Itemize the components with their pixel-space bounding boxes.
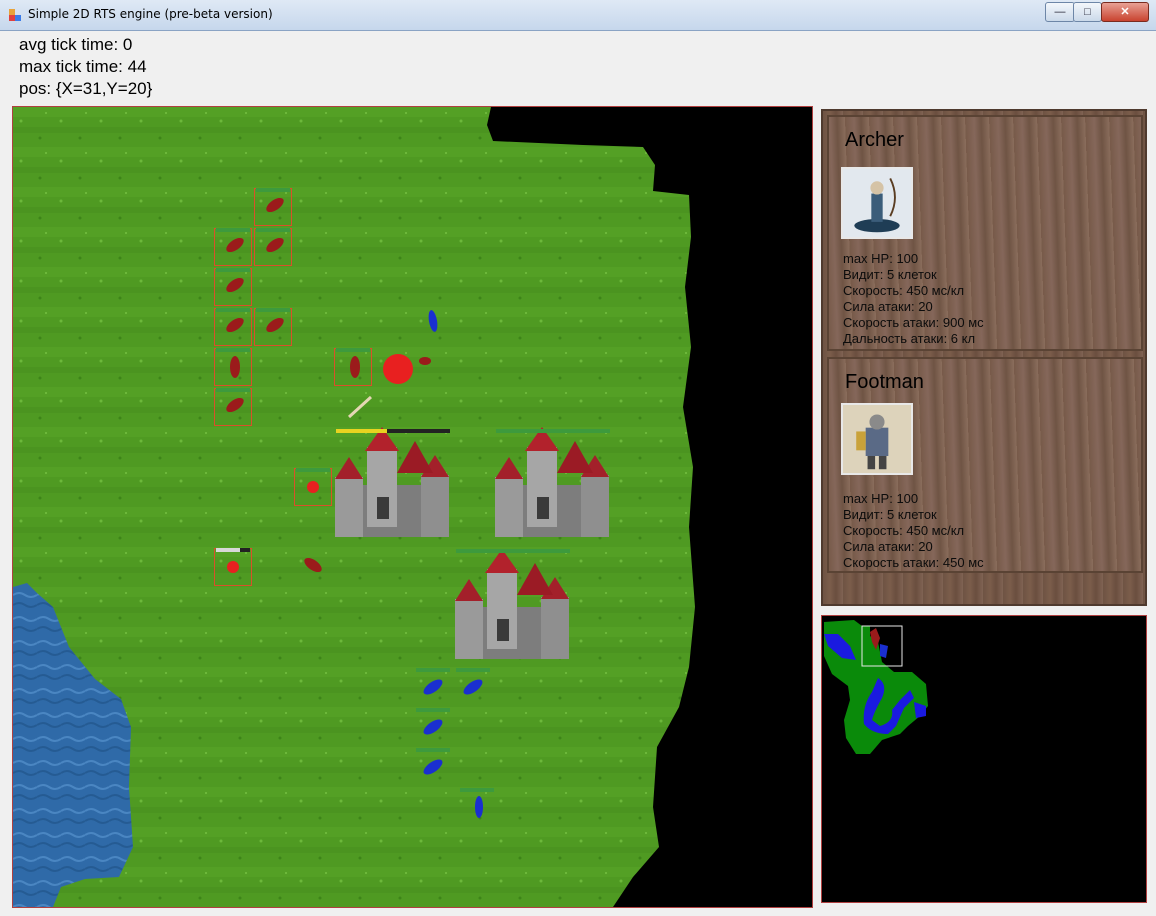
health-bar — [460, 788, 494, 792]
health-bar — [216, 348, 250, 352]
unit-stats: max HP: 100 Видит: 5 клеток Скорость: 45… — [843, 491, 984, 571]
health-bar — [456, 668, 490, 672]
stat-line: Скорость атаки: 450 мс — [843, 555, 984, 570]
unit-name: Archer — [845, 129, 904, 151]
debug-stats: avg tick time: 0 max tick time: 44 pos: … — [19, 34, 152, 100]
unit-card-archer[interactable]: Archer max HP: 100 Видит: 5 клеток Скоро… — [827, 115, 1143, 351]
unit-selection[interactable] — [254, 308, 292, 346]
stat-line: Сила атаки: 20 — [843, 299, 933, 314]
minimap-terrain — [822, 616, 1146, 902]
castle-health-bar — [496, 429, 610, 433]
close-button[interactable]: ✕ — [1101, 2, 1149, 22]
stat-line: Скорость: 450 мс/кл — [843, 523, 965, 538]
unit-selection[interactable] — [214, 548, 252, 586]
health-bar — [416, 708, 450, 712]
unit-stats: max HP: 100 Видит: 5 клеток Скорость: 45… — [843, 251, 984, 347]
health-bar — [256, 188, 290, 192]
health-bar — [216, 268, 250, 272]
unit-selection[interactable] — [334, 348, 372, 386]
minimize-button[interactable]: — — [1045, 2, 1075, 22]
minimap[interactable] — [821, 615, 1147, 903]
app-icon — [9, 9, 21, 21]
health-bar — [416, 748, 450, 752]
unit-selection[interactable] — [294, 468, 332, 506]
cursor-position: pos: {X=31,Y=20} — [19, 79, 153, 98]
unit-card-footman[interactable]: Footman max HP: 100 Видит: 5 клеток Скор… — [827, 357, 1143, 573]
health-bar — [296, 468, 330, 472]
maximize-button[interactable]: □ — [1073, 2, 1102, 22]
unit-selection[interactable] — [214, 388, 252, 426]
health-bar — [216, 388, 250, 392]
archer-portrait-icon — [841, 167, 913, 239]
avg-tick-time: avg tick time: 0 — [19, 35, 133, 54]
unit-selection[interactable] — [214, 308, 252, 346]
unit-selection[interactable] — [254, 228, 292, 266]
stat-line: Скорость: 450 мс/кл — [843, 283, 965, 298]
stat-line: max HP: 100 — [843, 251, 919, 266]
window-title: Simple 2D RTS engine (pre-beta version) — [28, 7, 273, 21]
unit-selection[interactable] — [214, 348, 252, 386]
health-bar — [216, 308, 250, 312]
max-tick-time: max tick time: 44 — [19, 57, 147, 76]
unit-selection[interactable] — [254, 188, 292, 226]
window-title-bar: Simple 2D RTS engine (pre-beta version) … — [0, 0, 1156, 31]
attack-effect — [383, 354, 413, 384]
terrain — [13, 107, 812, 907]
stat-line: Сила атаки: 20 — [843, 539, 933, 554]
unit-name: Footman — [845, 371, 924, 393]
health-bar — [416, 668, 450, 672]
stat-line: Дальность атаки: 6 кл — [843, 331, 976, 346]
unit-selection[interactable] — [214, 228, 252, 266]
unit-info-panel: Archer max HP: 100 Видит: 5 клеток Скоро… — [821, 109, 1147, 606]
game-map[interactable] — [12, 106, 813, 908]
stat-line: Скорость атаки: 900 мс — [843, 315, 984, 330]
health-bar — [216, 228, 250, 232]
stat-line: max HP: 100 — [843, 491, 919, 506]
health-bar — [216, 548, 250, 552]
castle-health-bar — [336, 429, 450, 433]
footman-portrait-icon — [841, 403, 913, 475]
stat-line: Видит: 5 клеток — [843, 507, 937, 522]
health-bar — [336, 348, 370, 352]
health-bar — [256, 228, 290, 232]
unit-selection[interactable] — [214, 268, 252, 306]
health-bar — [256, 308, 290, 312]
castle-health-bar — [456, 549, 570, 553]
stat-line: Видит: 5 клеток — [843, 267, 937, 282]
